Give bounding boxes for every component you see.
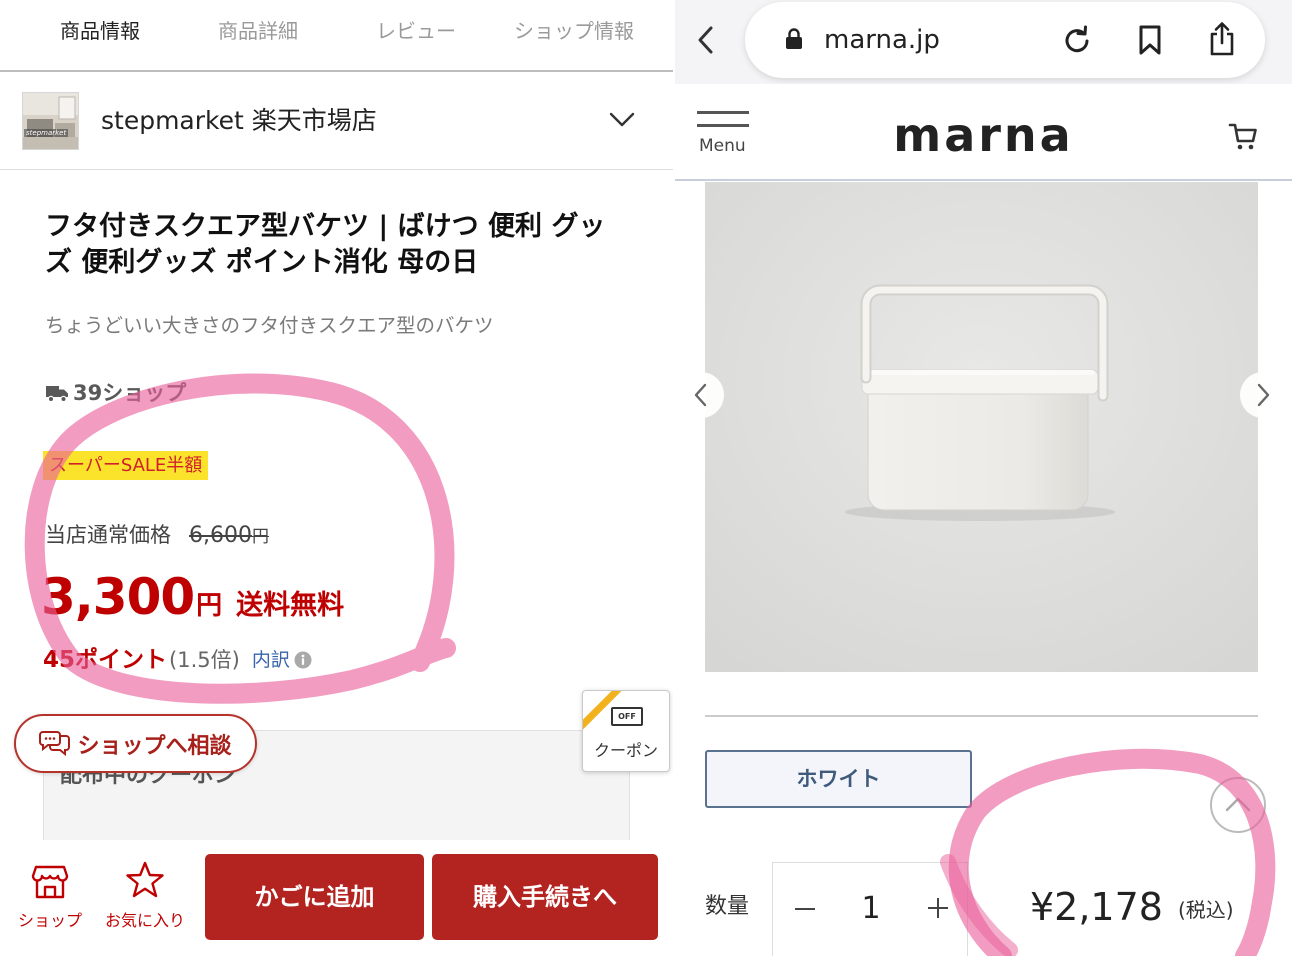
- regular-price-label: 当店通常価格: [45, 523, 171, 547]
- scroll-top-icon: [1225, 797, 1251, 812]
- carousel-prev-button[interactable]: [678, 372, 724, 418]
- color-option-white[interactable]: ホワイト: [705, 750, 972, 808]
- regular-price-currency: 円: [251, 527, 269, 547]
- coupon-ticket-icon: OFF: [611, 707, 643, 726]
- product-subtitle: ちょうどいい大きさのフタ付きスクエア型のバケツ: [45, 314, 494, 337]
- info-icon[interactable]: [294, 651, 312, 669]
- truck-icon: [46, 385, 68, 402]
- square-bucket-photo: [705, 182, 1258, 672]
- section-divider: [705, 715, 1258, 717]
- favorite-label: お気に入り: [104, 911, 185, 930]
- shop-nav-label: ショップ: [17, 911, 82, 930]
- shop-count[interactable]: 39ショップ: [45, 379, 186, 407]
- sale-price: 3,300 円 送料無料: [41, 566, 344, 628]
- consult-shop-label: ショップへ相談: [77, 733, 232, 759]
- price-currency: 円: [196, 591, 223, 621]
- tab-product-details[interactable]: 商品詳細: [179, 0, 337, 70]
- bottom-action-bar: ショップ お気に入り かごに追加 購入手続きへ: [0, 840, 673, 956]
- consult-shop-button[interactable]: ショップへ相談: [14, 714, 257, 773]
- plus-icon[interactable]: [926, 896, 950, 924]
- coupon-button[interactable]: OFF クーポン: [582, 690, 670, 772]
- price-value: 3,300: [41, 568, 195, 626]
- product-tabs: 商品情報 商品詳細 レビュー ショップ情報: [21, 0, 653, 70]
- shop-count-text: 39ショップ: [73, 381, 187, 405]
- shop-name[interactable]: stepmarket 楽天市場店: [101, 104, 377, 138]
- reload-icon[interactable]: [1061, 24, 1093, 60]
- address-bar[interactable]: [745, 2, 1265, 78]
- marna-product-screen: marna.jp Menu marna ホワイト 数量 1 ¥2,178 (税込…: [675, 0, 1292, 956]
- points-breakdown-link[interactable]: 内訳: [252, 645, 290, 675]
- chevron-left-icon[interactable]: [694, 24, 718, 60]
- shop-thumbnail-image: [23, 93, 78, 149]
- tab-reviews[interactable]: レビュー: [337, 0, 495, 70]
- tabs-divider: [0, 70, 673, 72]
- carousel-prev-icon: [694, 383, 707, 407]
- share-icon[interactable]: [1207, 21, 1237, 61]
- shop-nav-button[interactable]: ショップ: [14, 840, 86, 956]
- url-text[interactable]: marna.jp: [824, 22, 940, 58]
- shop-thumbnail[interactable]: stepmarket: [22, 92, 79, 150]
- shop-logo-text: stepmarket: [24, 129, 69, 137]
- tab-shop-info[interactable]: ショップ情報: [495, 0, 653, 70]
- carousel-next-icon: [1257, 383, 1270, 407]
- rakuten-product-screen: 商品情報 商品詳細 レビュー ショップ情報 stepmarket stepmar…: [0, 0, 673, 956]
- bookmark-icon[interactable]: [1137, 24, 1163, 60]
- marna-logo[interactable]: marna: [675, 106, 1292, 164]
- scroll-top-button[interactable]: [1210, 777, 1266, 833]
- tab-product-info[interactable]: 商品情報: [21, 0, 179, 70]
- regular-price: 当店通常価格 6,600 円: [45, 520, 269, 552]
- checkout-button[interactable]: 購入手続きへ: [432, 854, 658, 940]
- storefront-icon: [31, 865, 69, 899]
- carousel-next-button[interactable]: [1240, 372, 1286, 418]
- free-shipping-label: 送料無料: [236, 590, 345, 621]
- product-image[interactable]: [705, 182, 1258, 672]
- coupon-label: クーポン: [593, 741, 658, 760]
- regular-price-value: 6,600: [189, 523, 252, 548]
- points-info: 45ポイント (1.5倍) 内訳: [43, 645, 312, 675]
- tax-included-label: (税込): [1178, 898, 1234, 922]
- header-divider: [675, 179, 1292, 181]
- add-to-cart-button[interactable]: かごに追加: [205, 854, 424, 940]
- quantity-label: 数量: [705, 894, 750, 919]
- shop-divider: [0, 169, 673, 170]
- price-value: ¥2,178: [1030, 885, 1163, 929]
- chevron-down-icon[interactable]: [608, 110, 636, 130]
- favorite-button[interactable]: お気に入り: [98, 840, 192, 956]
- star-icon: [126, 861, 164, 898]
- lock-icon: [785, 28, 803, 54]
- chat-bubbles-icon: [39, 730, 71, 756]
- points-value: 45ポイント: [43, 647, 168, 673]
- points-rate: (1.5倍): [169, 648, 240, 672]
- cart-icon[interactable]: [1228, 122, 1258, 156]
- quantity-stepper[interactable]: 1: [772, 862, 968, 956]
- sale-badge: スーパーSALE半額: [43, 451, 209, 480]
- product-title: フタ付きスクエア型バケツ | ばけつ 便利 グッズ 便利グッズ ポイント消化 母…: [45, 211, 606, 278]
